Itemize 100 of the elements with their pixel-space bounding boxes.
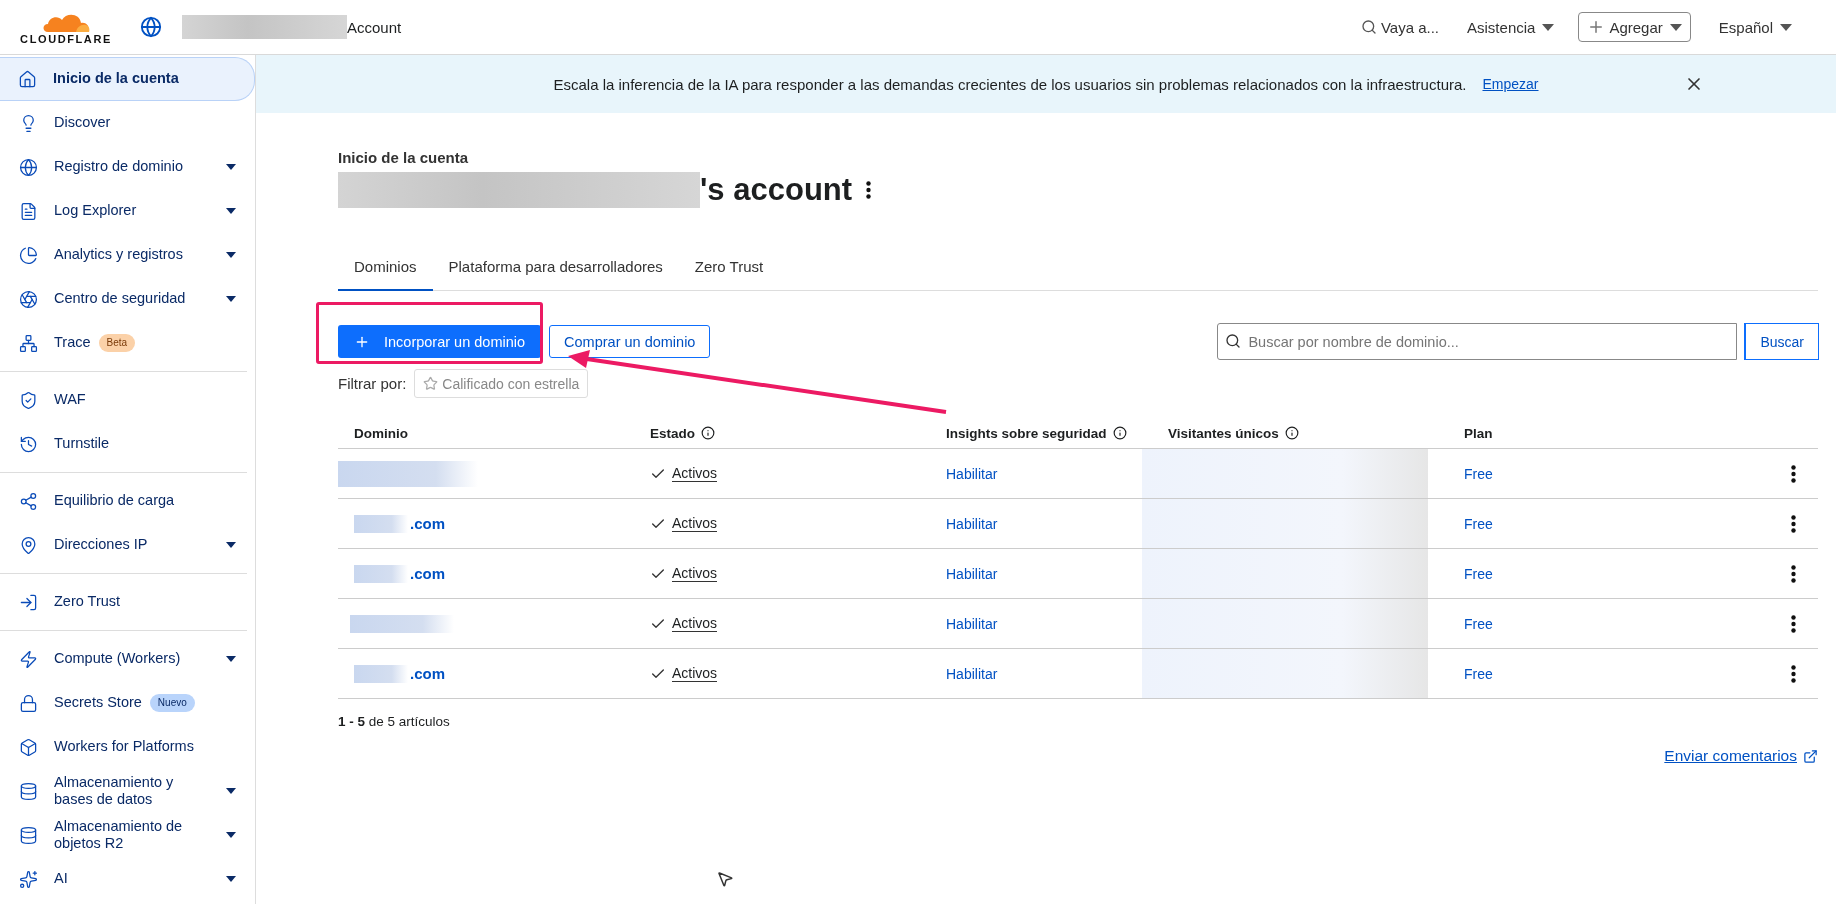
sidebar-item[interactable]: Almacenamiento de objetos R2 — [0, 813, 247, 857]
sidebar-item[interactable]: Compute (Workers) — [0, 637, 247, 681]
more-button[interactable] — [1791, 664, 1796, 683]
plan-link[interactable]: Free — [1464, 665, 1493, 682]
more-icon — [1791, 514, 1796, 533]
add-domain-button[interactable]: Incorporar un dominio — [338, 325, 542, 358]
more-button[interactable] — [1791, 464, 1796, 483]
domain-link[interactable]: .com — [410, 565, 445, 582]
sidebar-item[interactable]: Equilibrio de carga — [0, 479, 247, 523]
info-icon — [1112, 426, 1127, 440]
search-button[interactable]: Buscar — [1745, 324, 1818, 359]
more-icon — [1791, 464, 1796, 483]
sidebar-item[interactable]: Analytics y registros — [0, 233, 247, 277]
more-button[interactable] — [1791, 514, 1796, 533]
caret-icon — [1542, 23, 1555, 31]
status-text[interactable]: Activos — [672, 565, 718, 582]
database-icon — [19, 781, 38, 801]
caret-icon — [226, 876, 236, 882]
status-text[interactable]: Activos — [672, 665, 718, 682]
logo-text: CLOUDFLARE — [20, 33, 112, 45]
tab[interactable]: Dominios — [338, 248, 433, 291]
breadcrumb: Inicio de la cuenta — [338, 149, 470, 166]
sidebar-item[interactable]: Workers for Platforms — [0, 725, 247, 769]
pie-chart-icon — [19, 245, 38, 265]
column-header: Visitantes únicos — [1168, 425, 1279, 441]
sidebar-item[interactable]: Log Explorer — [0, 189, 247, 233]
sidebar-item[interactable]: Inicio de la cuenta — [0, 57, 255, 101]
sidebar-item[interactable]: Trace Beta — [0, 321, 247, 365]
caret-icon — [226, 542, 236, 548]
plan-link[interactable]: Free — [1464, 565, 1493, 582]
caret-icon — [226, 832, 236, 838]
more-button[interactable] — [1791, 564, 1796, 583]
sidebar-item[interactable]: Direcciones IP — [0, 523, 247, 567]
redacted-domain — [354, 664, 408, 683]
plan-link[interactable]: Free — [1464, 515, 1493, 532]
caret-icon — [226, 208, 236, 214]
buy-domain-button[interactable]: Comprar un dominio — [549, 325, 711, 358]
sidebar-item[interactable]: Almacenamiento y bases de datos — [0, 769, 247, 813]
pagination-text: 1 - 5 de 5 artículos — [338, 714, 451, 729]
more-icon — [1791, 614, 1796, 633]
map-pin-icon — [19, 535, 38, 555]
enable-link[interactable]: Habilitar — [946, 515, 998, 532]
tab[interactable]: Zero Trust — [678, 248, 780, 291]
more-button[interactable] — [1791, 614, 1796, 633]
sign-in-icon — [19, 592, 38, 612]
caret-icon — [226, 296, 236, 302]
column-header: Estado — [650, 425, 695, 441]
sidebar-item[interactable]: WAF — [0, 378, 247, 422]
share-icon — [19, 491, 38, 511]
house-icon — [18, 69, 37, 89]
add-menu-button[interactable]: Agregar — [1578, 12, 1691, 42]
search-icon — [1360, 19, 1377, 35]
column-header: Dominio — [354, 425, 408, 441]
banner-text: Escala la inferencia de la IA para responder a las demandas crecientes de los usuarios sin problemas relacionados con la infraestructura. — [553, 75, 1467, 93]
filter-chip[interactable]: Calificado con estrella — [414, 369, 589, 398]
history-icon — [19, 434, 38, 454]
shield-icon — [19, 390, 38, 410]
filter-label: Filtrar por: — [338, 375, 407, 392]
search-icon — [1225, 333, 1242, 349]
sidebar-item[interactable]: Zero Trust — [0, 580, 247, 624]
redacted-domain — [354, 514, 408, 533]
caret-icon — [226, 656, 236, 662]
plan-link[interactable]: Free — [1464, 465, 1493, 482]
domain-link[interactable]: .com — [410, 515, 445, 532]
enable-link[interactable]: Habilitar — [946, 665, 998, 682]
feedback-link[interactable]: Enviar comentarios — [1664, 747, 1797, 765]
caret-icon — [226, 164, 236, 170]
status-text[interactable]: Activos — [672, 515, 718, 532]
sidebar-item[interactable]: Discover — [0, 101, 247, 145]
sidebar-item[interactable]: Turnstile — [0, 422, 247, 466]
page-title: 's account — [700, 172, 853, 208]
plan-link[interactable]: Free — [1464, 615, 1493, 632]
enable-link[interactable]: Habilitar — [946, 565, 998, 582]
status-text[interactable]: Activos — [672, 465, 718, 482]
info-icon — [1284, 426, 1299, 440]
caret-icon — [226, 788, 236, 794]
redacted-domain — [354, 564, 408, 583]
domain-link[interactable]: .com — [410, 665, 445, 682]
enable-link[interactable]: Habilitar — [946, 615, 998, 632]
info-icon — [701, 426, 715, 440]
globe-icon — [140, 16, 162, 38]
enable-link[interactable]: Habilitar — [946, 465, 998, 482]
globe-icon — [19, 157, 38, 177]
status-text[interactable]: Activos — [672, 615, 718, 632]
database-icon — [19, 825, 38, 845]
document-icon — [19, 201, 38, 221]
sidebar-item[interactable]: Registro de dominio — [0, 145, 247, 189]
mouse-cursor-icon — [716, 870, 734, 888]
sidebar-item[interactable]: AI — [0, 857, 247, 901]
more-button[interactable] — [866, 181, 872, 199]
status-badge: Beta — [98, 334, 136, 352]
banner-link[interactable]: Empezar — [1482, 76, 1539, 92]
search-field[interactable]: Buscar por nombre de dominio... — [1217, 323, 1738, 360]
star-icon — [423, 376, 439, 391]
sidebar-item[interactable]: Centro de seguridad — [0, 277, 247, 321]
sidebar-item[interactable]: Secrets Store Nuevo — [0, 681, 247, 725]
more-icon — [1791, 564, 1796, 583]
tab[interactable]: Plataforma para desarrolladores — [432, 248, 679, 291]
lock-icon — [19, 693, 38, 713]
more-icon — [1791, 664, 1796, 683]
